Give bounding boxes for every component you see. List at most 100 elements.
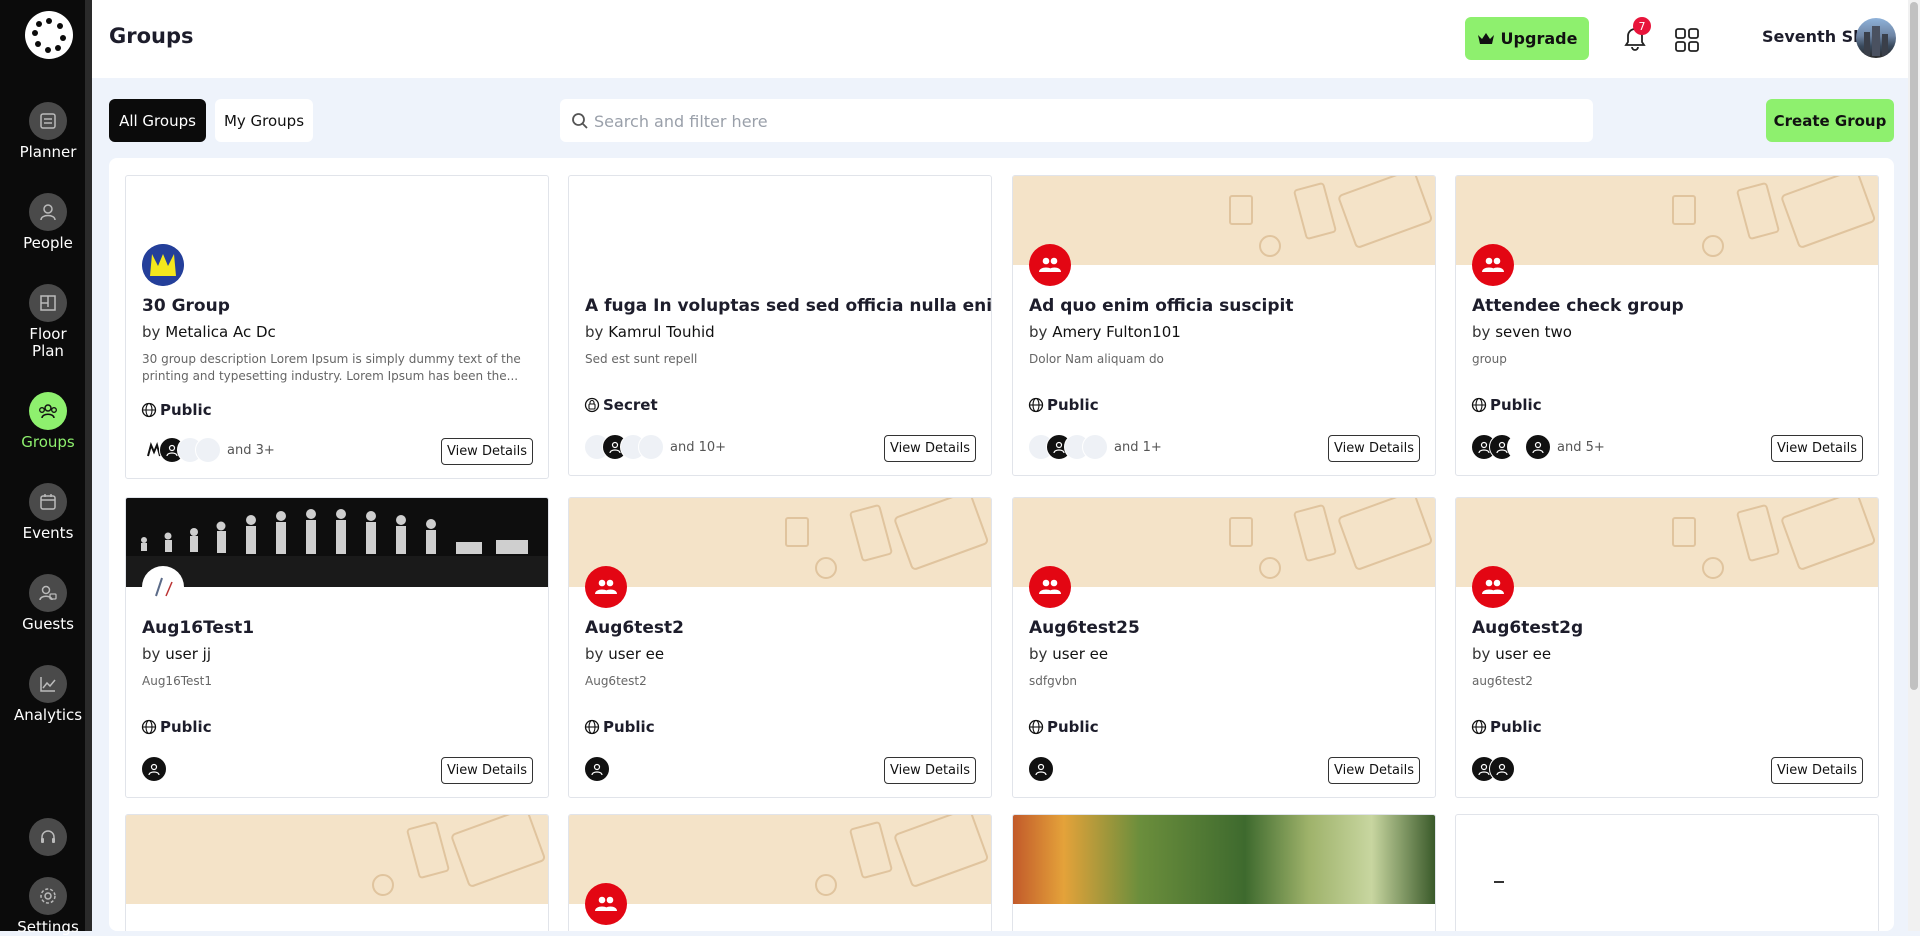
page-scrollbar[interactable]: [1908, 0, 1920, 931]
more-members: and 5+: [1557, 439, 1605, 455]
group-title[interactable]: Aug6test2: [585, 618, 684, 638]
member-avatar: [1489, 756, 1515, 782]
sidebar-item-analytics[interactable]: Analytics: [0, 665, 96, 724]
view-details-button[interactable]: View Details: [441, 757, 533, 784]
author-name: user ee: [608, 645, 665, 663]
group-card[interactable]: Aug16Test1 by user jj Aug16Test1 Public …: [125, 497, 549, 798]
sidebar-item-floor-plan[interactable]: Floor Plan: [0, 284, 96, 360]
author-name: user jj: [165, 645, 212, 663]
view-details-button[interactable]: View Details: [1328, 435, 1420, 462]
group-title[interactable]: Aug16Test1: [142, 618, 254, 638]
group-author: by Kamrul Touhid: [585, 323, 715, 341]
sidebar-item-planner[interactable]: Planner: [0, 102, 96, 161]
group-title[interactable]: Aug6test25: [1029, 618, 1140, 638]
search-icon: [572, 113, 588, 129]
calendar-icon: [29, 483, 67, 521]
group-card[interactable]: Ad quo enim officia suscipit by Amery Fu…: [1012, 175, 1436, 476]
lock-icon: [584, 397, 600, 413]
sidebar-item-people[interactable]: People: [0, 193, 96, 252]
cover-image: [1456, 176, 1878, 265]
member-avatars: [141, 756, 167, 782]
group-author: by Amery Fulton101: [1029, 323, 1181, 341]
view-details-button[interactable]: View Details: [1771, 435, 1863, 462]
globe-icon: [1028, 397, 1044, 413]
member-avatar: [195, 437, 221, 463]
privacy-label: Public: [584, 718, 655, 736]
notification-badge: 7: [1633, 17, 1651, 35]
view-details-button[interactable]: View Details: [441, 438, 533, 465]
member-avatars: and 5+: [1471, 434, 1605, 460]
gear-icon: [29, 877, 67, 915]
sidebar: Planner People Floor Plan Groups Events …: [0, 0, 90, 936]
group-title[interactable]: 30 Group: [142, 296, 230, 316]
create-group-button[interactable]: Create Group: [1766, 99, 1894, 142]
group-title[interactable]: Aug6test2g: [1472, 618, 1583, 638]
by-label: by: [585, 645, 604, 663]
avatar[interactable]: [1856, 18, 1896, 58]
group-icon: [585, 883, 627, 925]
search-bar: [560, 99, 1593, 144]
privacy-text: Public: [1047, 718, 1099, 736]
tab-my-groups[interactable]: My Groups: [215, 99, 313, 142]
cover-image: [1456, 498, 1878, 587]
view-details-button[interactable]: View Details: [884, 435, 976, 462]
sidebar-item-settings[interactable]: Settings: [0, 877, 96, 936]
more-members: and 1+: [1114, 439, 1162, 455]
by-label: by: [585, 323, 604, 341]
by-label: by: [1472, 645, 1491, 663]
sidebar-item-label: Groups: [21, 433, 75, 451]
view-details-button[interactable]: View Details: [1328, 757, 1420, 784]
group-icon: [1472, 566, 1514, 608]
sidebar-item-events[interactable]: Events: [0, 483, 96, 542]
member-avatar: [638, 434, 664, 460]
group-title[interactable]: Attendee check group: [1472, 296, 1684, 316]
author-name: seven two: [1495, 323, 1572, 341]
sidebar-scrollbar[interactable]: [85, 0, 92, 931]
group-title[interactable]: A fuga In voluptas sed sed officia nulla…: [585, 296, 991, 316]
group-card[interactable]: [568, 814, 992, 931]
group-card[interactable]: [1455, 814, 1879, 931]
group-card[interactable]: 30 Group by Metalica Ac Dc 30 group desc…: [125, 175, 549, 479]
more-members: and 10+: [670, 439, 727, 455]
privacy-text: Public: [1047, 396, 1099, 414]
view-details-button[interactable]: View Details: [884, 757, 976, 784]
author-name: user ee: [1495, 645, 1552, 663]
cover-image: [126, 498, 548, 587]
member-avatar: [1082, 434, 1108, 460]
group-card[interactable]: [1012, 814, 1436, 931]
member-avatars: and 3+: [141, 437, 275, 463]
group-icon: [1029, 566, 1071, 608]
group-description: Aug6test2: [585, 674, 647, 688]
group-author: by user ee: [1472, 645, 1551, 663]
tab-all-groups[interactable]: All Groups: [109, 99, 206, 142]
privacy-label: Public: [1028, 396, 1099, 414]
by-label: by: [1029, 645, 1048, 663]
scrollbar-thumb[interactable]: [1910, 2, 1918, 690]
privacy-label: Public: [1028, 718, 1099, 736]
support-button[interactable]: [0, 818, 96, 860]
group-card[interactable]: Aug6test2g by user ee aug6test2 Public V…: [1455, 497, 1879, 798]
apps-grid-icon[interactable]: [1673, 26, 1701, 54]
group-card[interactable]: Aug6test2 by user ee Aug6test2 Public Vi…: [568, 497, 992, 798]
upgrade-button[interactable]: Upgrade: [1465, 17, 1589, 60]
globe-icon: [584, 719, 600, 735]
headset-icon: [29, 818, 67, 856]
group-card[interactable]: [125, 814, 549, 931]
member-avatar: [584, 756, 610, 782]
group-card[interactable]: Aug6test25 by user ee sdfgvbn Public Vie…: [1012, 497, 1436, 798]
sidebar-item-groups[interactable]: Groups: [0, 392, 96, 451]
search-input[interactable]: [592, 99, 1576, 144]
cover-image: [569, 498, 991, 587]
view-details-button[interactable]: View Details: [1771, 757, 1863, 784]
sidebar-item-guests[interactable]: Guests: [0, 574, 96, 633]
author-name: Kamrul Touhid: [608, 323, 715, 341]
cover-image: [126, 815, 548, 904]
group-title[interactable]: Ad quo enim officia suscipit: [1029, 296, 1294, 316]
group-author: by user ee: [585, 645, 664, 663]
group-card[interactable]: A fuga In voluptas sed sed officia nulla…: [568, 175, 992, 476]
sidebar-item-label: Guests: [22, 615, 74, 633]
globe-icon: [141, 719, 157, 735]
privacy-text: Public: [603, 718, 655, 736]
app-logo[interactable]: [25, 11, 73, 59]
group-card[interactable]: Attendee check group by seven two group …: [1455, 175, 1879, 476]
